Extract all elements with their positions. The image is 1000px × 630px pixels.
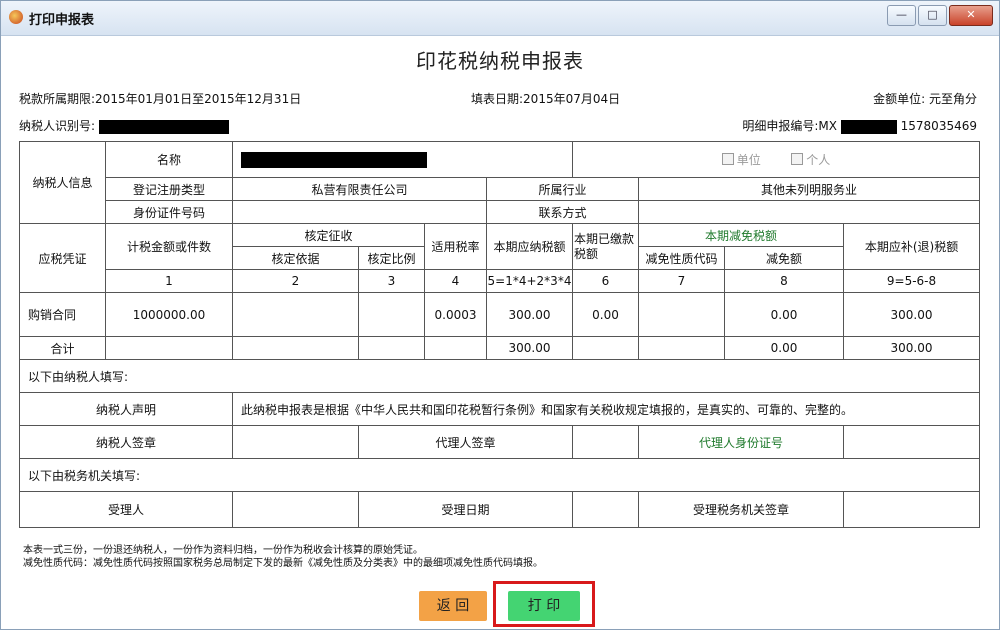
id-number-value [232,200,487,224]
minimize-button[interactable]: — [887,5,916,26]
total-reduce: 0.00 [724,336,844,360]
col-num: 9=5-6-8 [842,269,981,293]
industry-label: 所属行业 [486,177,639,201]
detail-number-suffix: 1578035469 [900,119,977,133]
contact-label: 联系方式 [486,200,639,224]
col-num: 5=1*4+2*3*4 [486,269,573,293]
office-sign-label: 受理税务机关签章 [638,491,844,528]
footnote-line: 本表一式三份，一份退还纳税人，一份作为资料归档，一份作为税收会计核算的原始凭证。 [23,545,423,556]
paid-header: 本期已缴款 税额 [572,223,639,270]
voucher-label: 应税凭证 [19,223,106,293]
approve-ratio-header: 核定比例 [358,246,425,270]
office-sign-value [842,491,981,528]
taxpayer-fill-heading: 以下由纳税人填写: [18,359,981,393]
total-refund: 300.00 [842,336,981,360]
receive-date-label: 受理日期 [358,491,573,528]
document-title: 印花税纳税申报表 [416,49,584,73]
amount-unit: 金额单位: 元至角分 [873,92,977,106]
name-value [232,141,573,178]
reg-type-value: 私营有限责任公司 [232,177,487,201]
footnote-line: 减免性质代码：减免性质代码按照国家税务总局制定下发的最新《减免性质及分类表》中的… [23,558,543,569]
row-ratio [358,292,425,337]
payable-header: 本期应纳税额 [486,223,573,270]
agent-id-value [842,425,981,459]
taxpayer-id-label: 纳税人识别号: [19,119,96,133]
checkbox-icon [791,153,804,165]
column-number-row: 1 2 3 4 5=1*4+2*3*4 6 7 8 9=5-6-8 [20,269,981,293]
back-button[interactable]: 返 回 [419,591,487,621]
col-num: 7 [638,269,725,293]
detail-number-label: 明细申报编号:MX [742,119,837,133]
col-num: 2 [232,269,359,293]
receive-date-value [572,491,639,528]
receiver-label: 受理人 [19,491,233,528]
close-button[interactable]: ✕ [949,5,993,26]
window-controls: — □ ✕ [887,5,993,26]
redacted-name [241,151,427,168]
receiver-value [232,491,359,528]
sign-label: 纳税人签章 [19,425,233,459]
row-name: 购销合同 [19,292,106,337]
print-declaration-window: 打印申报表 — □ ✕ 印花税纳税申报表 税款所属期限:2015年01月01日至… [0,0,1000,630]
refund-header: 本期应补(退)税额 [842,223,981,270]
contact-value [637,200,981,224]
total-row: 合计 300.00 0.00 300.00 [19,336,981,360]
taxpayer-type-checks: 单位 个人 [571,141,981,178]
row-basis [232,292,359,337]
unit-checkbox[interactable]: 单位 [721,153,761,167]
declare-text: 此纳税申报表是根据《中华人民共和国印花税暂行条例》和国家有关税收规定填报的，是真… [231,392,981,426]
reduce-amount-header: 减免额 [724,246,844,270]
col-num: 6 [572,269,639,293]
row-amount: 1000000.00 [105,292,233,337]
row-reduce: 0.00 [724,292,844,337]
agent-id-label: 代理人身份证号 [638,425,844,459]
tax-office-fill-heading: 以下由税务机关填写: [18,458,981,492]
row-paid: 0.00 [572,292,639,337]
sign-value [232,425,359,459]
title-bar: 打印申报表 — □ ✕ [1,1,999,36]
col-num: 3 [358,269,425,293]
checkbox-icon [721,153,734,165]
name-label: 名称 [105,141,233,178]
redacted-taxpayer-id [98,119,229,134]
window-title: 打印申报表 [29,13,95,28]
taxpayer-info-label: 纳税人信息 [19,141,106,224]
col-num: 4 [424,269,487,293]
industry-value: 其他未列明服务业 [637,177,981,201]
reg-type-label: 登记注册类型 [105,177,233,201]
total-payable: 300.00 [486,336,573,360]
footnotes: 本表一式三份，一份退还纳税人，一份作为资料归档，一份作为税收会计核算的原始凭证。… [23,544,543,570]
id-number-label: 身份证件号码 [105,200,233,224]
person-checkbox[interactable]: 个人 [791,153,830,167]
declare-label: 纳税人声明 [19,392,233,426]
amount-header: 计税金额或件数 [105,223,233,270]
col-num: 1 [105,269,233,293]
redacted-detail-number [840,119,897,134]
agent-sign-label: 代理人签章 [358,425,573,459]
rate-header: 适用税率 [424,223,487,270]
row-payable: 300.00 [486,292,573,337]
approve-header: 核定征收 [232,223,425,247]
agent-sign-value [572,425,639,459]
app-icon [9,10,23,24]
row-rate: 0.0003 [424,292,487,337]
tax-period: 税款所属期限:2015年01月01日至2015年12月31日 [19,92,302,106]
detail-number-row: 明细申报编号:MX 1578035469 [742,117,977,134]
table-row: 购销合同 1000000.00 0.0003 300.00 0.00 0.00 … [19,292,981,337]
declaration-table: 纳税人信息 名称 单位 个人 登记注册类型 私营有限责任公司 所属行业 其他未列… [18,141,981,528]
taxpayer-id-row: 纳税人识别号: [19,117,229,134]
reduce-code-header: 减免性质代码 [638,246,725,270]
total-label: 合计 [19,336,106,360]
print-highlight-box [493,581,595,627]
fill-date: 填表日期:2015年07月04日 [471,92,621,106]
maximize-button[interactable]: □ [918,5,947,26]
col-num: 8 [724,269,844,293]
row-code [638,292,725,337]
reduce-header: 本期减免税额 [638,223,844,247]
approve-basis-header: 核定依据 [232,246,359,270]
row-refund: 300.00 [842,292,981,337]
